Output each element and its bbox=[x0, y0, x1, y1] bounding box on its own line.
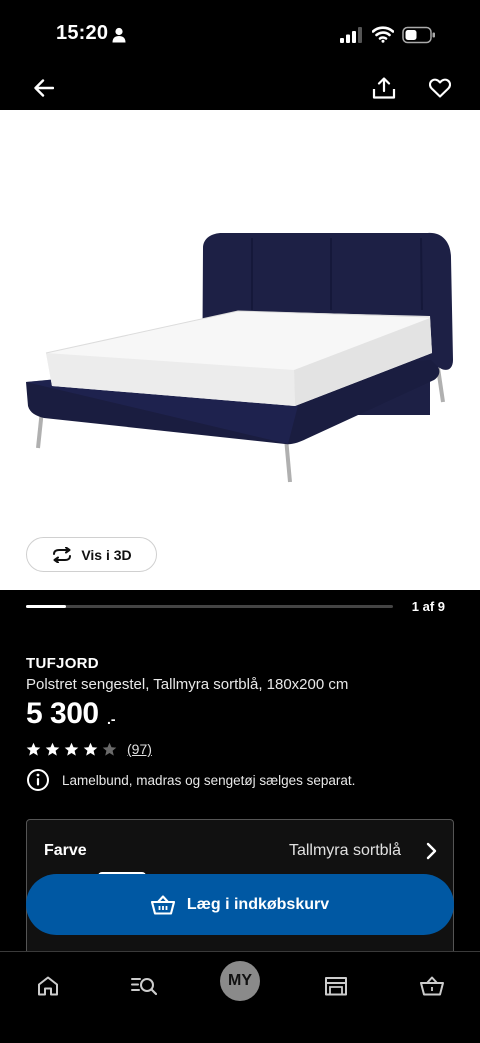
share-button[interactable] bbox=[368, 72, 400, 104]
product-rating[interactable]: (97) bbox=[26, 740, 152, 758]
product-price-suffix: .- bbox=[107, 711, 116, 727]
info-icon bbox=[27, 769, 49, 791]
star-empty-icon bbox=[102, 742, 117, 756]
product-notice: Lamelbund, madras og sengetøj sælges sep… bbox=[26, 768, 355, 792]
share-icon bbox=[372, 77, 396, 99]
product-description: Polstret sengestel, Tallmyra sortblå, 18… bbox=[26, 676, 349, 693]
notice-text: Lamelbund, madras og sengetøj sælges sep… bbox=[62, 772, 356, 788]
nav-search[interactable] bbox=[124, 966, 164, 1006]
view-3d-label: Vis i 3D bbox=[81, 546, 132, 563]
arrow-left-icon bbox=[34, 79, 54, 97]
star-filled-icon bbox=[64, 742, 79, 756]
chevron-right-icon bbox=[426, 842, 437, 860]
search-list-icon bbox=[131, 978, 157, 996]
heart-icon bbox=[429, 78, 451, 98]
nav-store[interactable] bbox=[316, 966, 356, 1006]
person-icon bbox=[112, 27, 126, 43]
product-price: 5 300 bbox=[26, 697, 99, 730]
gallery-progress-fill bbox=[26, 605, 67, 608]
rotate-3d-icon bbox=[53, 546, 72, 563]
battery-icon bbox=[402, 26, 435, 44]
nav-my-account[interactable]: MY bbox=[220, 961, 260, 1001]
add-to-cart-label: Læg i indkøbskurv bbox=[186, 895, 330, 913]
gallery-counter: 1 af 9 bbox=[411, 599, 445, 614]
view-3d-button[interactable]: Vis i 3D bbox=[26, 537, 157, 572]
star-filled-icon bbox=[45, 742, 60, 756]
app-bar bbox=[0, 66, 480, 110]
rating-stars bbox=[26, 742, 117, 757]
status-time: 15:20 bbox=[56, 22, 109, 44]
add-to-cart-button[interactable]: Læg i indkøbskurv bbox=[26, 874, 454, 935]
back-button[interactable] bbox=[28, 72, 60, 104]
bottom-navigation: MY bbox=[0, 951, 480, 1043]
signal-icon bbox=[340, 27, 362, 43]
favorite-button[interactable] bbox=[424, 72, 456, 104]
status-bar: 15:20 bbox=[0, 0, 480, 66]
star-filled-icon bbox=[83, 742, 98, 756]
product-image-gallery[interactable]: Vis i 3D bbox=[0, 110, 480, 590]
nav-home[interactable] bbox=[28, 966, 68, 1006]
wifi-icon bbox=[372, 26, 394, 43]
cart-icon bbox=[420, 976, 444, 996]
store-icon bbox=[325, 977, 347, 996]
basket-icon bbox=[150, 894, 175, 915]
color-value: Tallmyra sortblå bbox=[288, 842, 401, 859]
nav-cart[interactable] bbox=[412, 966, 452, 1006]
color-label: Farve bbox=[44, 842, 87, 859]
home-icon bbox=[38, 976, 58, 996]
review-count-link[interactable]: (97) bbox=[127, 741, 152, 757]
product-image bbox=[26, 232, 453, 483]
star-filled-icon bbox=[26, 742, 41, 756]
gallery-progress-bar bbox=[26, 605, 393, 608]
product-name: TUFJORD bbox=[26, 655, 99, 672]
